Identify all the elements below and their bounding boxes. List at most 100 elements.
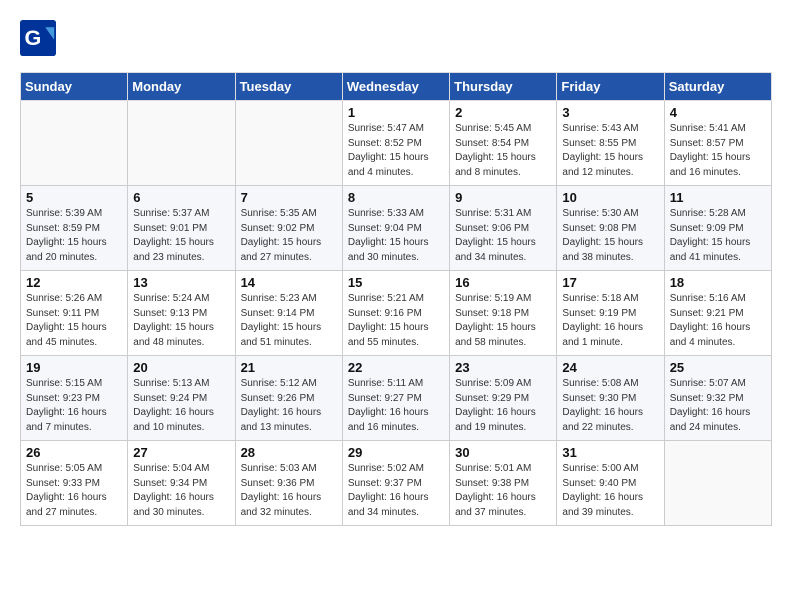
day-number: 13	[133, 275, 229, 290]
day-number: 4	[670, 105, 766, 120]
calendar-cell: 23 Sunrise: 5:09 AM Sunset: 9:29 PM Dayli…	[450, 356, 557, 441]
calendar-cell: 12Sunrise: 5:26 AM Sunset: 9:11 PM Dayli…	[21, 271, 128, 356]
calendar-cell: 4 Sunrise: 5:41 AM Sunset: 8:57 PM Daylig…	[664, 101, 771, 186]
calendar-cell: 5 Sunrise: 5:39 AM Sunset: 8:59 PM Daylig…	[21, 186, 128, 271]
day-number: 2	[455, 105, 551, 120]
day-number: 28	[241, 445, 337, 460]
day-number: 17	[562, 275, 658, 290]
calendar-cell: 3 Sunrise: 5:43 AM Sunset: 8:55 PM Daylig…	[557, 101, 664, 186]
day-info: Sunrise: 5:24 AM Sunset: 9:13 PM Dayligh…	[133, 292, 229, 350]
day-info: Sunrise: 5:09 AM Sunset: 9:29 PM Dayligh…	[455, 377, 551, 435]
calendar-cell: 9 Sunrise: 5:31 AM Sunset: 9:06 PM Daylig…	[450, 186, 557, 271]
day-info: Sunrise: 5:11 AM Sunset: 9:27 PM Dayligh…	[348, 377, 444, 435]
calendar-week-row: 19 Sunrise: 5:15 AM Sunset: 9:23 PM Dayli…	[21, 356, 772, 441]
day-info: Sunrise: 5:26 AM Sunset: 9:11 PM Dayligh…	[26, 292, 122, 350]
day-info: Sunrise: 5:41 AM Sunset: 8:57 PM Dayligh…	[670, 122, 766, 180]
calendar-cell: 28 Sunrise: 5:03 AM Sunset: 9:36 PM Dayli…	[235, 441, 342, 526]
calendar-cell: 27 Sunrise: 5:04 AM Sunset: 9:34 PM Dayli…	[128, 441, 235, 526]
day-info: Sunrise: 5:23 AM Sunset: 9:14 PM Dayligh…	[241, 292, 337, 350]
day-number: 21	[241, 360, 337, 375]
day-info: Sunrise: 5:37 AM Sunset: 9:01 PM Dayligh…	[133, 207, 229, 265]
calendar-header-thursday: Thursday	[450, 73, 557, 101]
day-info: Sunrise: 5:04 AM Sunset: 9:34 PM Dayligh…	[133, 462, 229, 520]
calendar-cell: 22 Sunrise: 5:11 AM Sunset: 9:27 PM Dayli…	[342, 356, 449, 441]
day-number: 3	[562, 105, 658, 120]
day-info: Sunrise: 5:47 AM Sunset: 8:52 PM Dayligh…	[348, 122, 444, 180]
calendar-week-row: 26 Sunrise: 5:05 AM Sunset: 9:33 PM Dayli…	[21, 441, 772, 526]
day-number: 29	[348, 445, 444, 460]
day-info: Sunrise: 5:01 AM Sunset: 9:38 PM Dayligh…	[455, 462, 551, 520]
day-info: Sunrise: 5:19 AM Sunset: 9:18 PM Dayligh…	[455, 292, 551, 350]
day-number: 19	[26, 360, 122, 375]
calendar-cell: 13 Sunrise: 5:24 AM Sunset: 9:13 PM Dayli…	[128, 271, 235, 356]
day-info: Sunrise: 5:03 AM Sunset: 9:36 PM Dayligh…	[241, 462, 337, 520]
day-info: Sunrise: 5:12 AM Sunset: 9:26 PM Dayligh…	[241, 377, 337, 435]
day-info: Sunrise: 5:13 AM Sunset: 9:24 PM Dayligh…	[133, 377, 229, 435]
calendar-cell: 26 Sunrise: 5:05 AM Sunset: 9:33 PM Dayli…	[21, 441, 128, 526]
calendar-cell	[235, 101, 342, 186]
day-number: 26	[26, 445, 122, 460]
calendar-header-row: SundayMondayTuesdayWednesdayThursdayFrid…	[21, 73, 772, 101]
calendar-cell: 24 Sunrise: 5:08 AM Sunset: 9:30 PM Dayli…	[557, 356, 664, 441]
calendar-cell	[128, 101, 235, 186]
day-info: Sunrise: 5:07 AM Sunset: 9:32 PM Dayligh…	[670, 377, 766, 435]
day-number: 24	[562, 360, 658, 375]
logo-icon: G	[20, 20, 56, 56]
day-info: Sunrise: 5:43 AM Sunset: 8:55 PM Dayligh…	[562, 122, 658, 180]
calendar-cell: 1 Sunrise: 5:47 AM Sunset: 8:52 PM Daylig…	[342, 101, 449, 186]
day-info: Sunrise: 5:21 AM Sunset: 9:16 PM Dayligh…	[348, 292, 444, 350]
calendar-header-monday: Monday	[128, 73, 235, 101]
day-number: 30	[455, 445, 551, 460]
calendar-body: 1 Sunrise: 5:47 AM Sunset: 8:52 PM Daylig…	[21, 101, 772, 526]
calendar-cell: 19 Sunrise: 5:15 AM Sunset: 9:23 PM Dayli…	[21, 356, 128, 441]
day-info: Sunrise: 5:02 AM Sunset: 9:37 PM Dayligh…	[348, 462, 444, 520]
calendar-cell: 25 Sunrise: 5:07 AM Sunset: 9:32 PM Dayli…	[664, 356, 771, 441]
calendar-cell: 14Sunrise: 5:23 AM Sunset: 9:14 PM Dayli…	[235, 271, 342, 356]
day-number: 7	[241, 190, 337, 205]
calendar-cell: 10 Sunrise: 5:30 AM Sunset: 9:08 PM Dayli…	[557, 186, 664, 271]
day-number: 23	[455, 360, 551, 375]
day-info: Sunrise: 5:15 AM Sunset: 9:23 PM Dayligh…	[26, 377, 122, 435]
calendar-cell: 7 Sunrise: 5:35 AM Sunset: 9:02 PM Daylig…	[235, 186, 342, 271]
calendar-header-tuesday: Tuesday	[235, 73, 342, 101]
day-info: Sunrise: 5:05 AM Sunset: 9:33 PM Dayligh…	[26, 462, 122, 520]
calendar-cell: 11 Sunrise: 5:28 AM Sunset: 9:09 PM Dayli…	[664, 186, 771, 271]
day-info: Sunrise: 5:33 AM Sunset: 9:04 PM Dayligh…	[348, 207, 444, 265]
day-number: 25	[670, 360, 766, 375]
calendar-cell: 15 Sunrise: 5:21 AM Sunset: 9:16 PM Dayli…	[342, 271, 449, 356]
day-number: 8	[348, 190, 444, 205]
day-number: 20	[133, 360, 229, 375]
calendar-week-row: 12Sunrise: 5:26 AM Sunset: 9:11 PM Dayli…	[21, 271, 772, 356]
logo: G	[20, 20, 60, 56]
day-number: 9	[455, 190, 551, 205]
day-info: Sunrise: 5:31 AM Sunset: 9:06 PM Dayligh…	[455, 207, 551, 265]
day-number: 1	[348, 105, 444, 120]
day-info: Sunrise: 5:08 AM Sunset: 9:30 PM Dayligh…	[562, 377, 658, 435]
day-info: Sunrise: 5:35 AM Sunset: 9:02 PM Dayligh…	[241, 207, 337, 265]
calendar-cell: 8 Sunrise: 5:33 AM Sunset: 9:04 PM Daylig…	[342, 186, 449, 271]
day-number: 16	[455, 275, 551, 290]
day-info: Sunrise: 5:18 AM Sunset: 9:19 PM Dayligh…	[562, 292, 658, 350]
day-number: 6	[133, 190, 229, 205]
calendar-header-saturday: Saturday	[664, 73, 771, 101]
page-header: G	[20, 20, 772, 56]
day-number: 10	[562, 190, 658, 205]
calendar-week-row: 5 Sunrise: 5:39 AM Sunset: 8:59 PM Daylig…	[21, 186, 772, 271]
day-number: 15	[348, 275, 444, 290]
day-number: 27	[133, 445, 229, 460]
day-number: 31	[562, 445, 658, 460]
calendar-cell: 30 Sunrise: 5:01 AM Sunset: 9:38 PM Dayli…	[450, 441, 557, 526]
calendar-header-friday: Friday	[557, 73, 664, 101]
day-info: Sunrise: 5:00 AM Sunset: 9:40 PM Dayligh…	[562, 462, 658, 520]
day-number: 5	[26, 190, 122, 205]
day-number: 22	[348, 360, 444, 375]
day-number: 11	[670, 190, 766, 205]
day-info: Sunrise: 5:28 AM Sunset: 9:09 PM Dayligh…	[670, 207, 766, 265]
calendar-cell	[21, 101, 128, 186]
day-info: Sunrise: 5:45 AM Sunset: 8:54 PM Dayligh…	[455, 122, 551, 180]
day-info: Sunrise: 5:30 AM Sunset: 9:08 PM Dayligh…	[562, 207, 658, 265]
calendar-cell: 6 Sunrise: 5:37 AM Sunset: 9:01 PM Daylig…	[128, 186, 235, 271]
svg-text:G: G	[25, 25, 42, 50]
day-info: Sunrise: 5:39 AM Sunset: 8:59 PM Dayligh…	[26, 207, 122, 265]
calendar-cell: 29 Sunrise: 5:02 AM Sunset: 9:37 PM Dayli…	[342, 441, 449, 526]
